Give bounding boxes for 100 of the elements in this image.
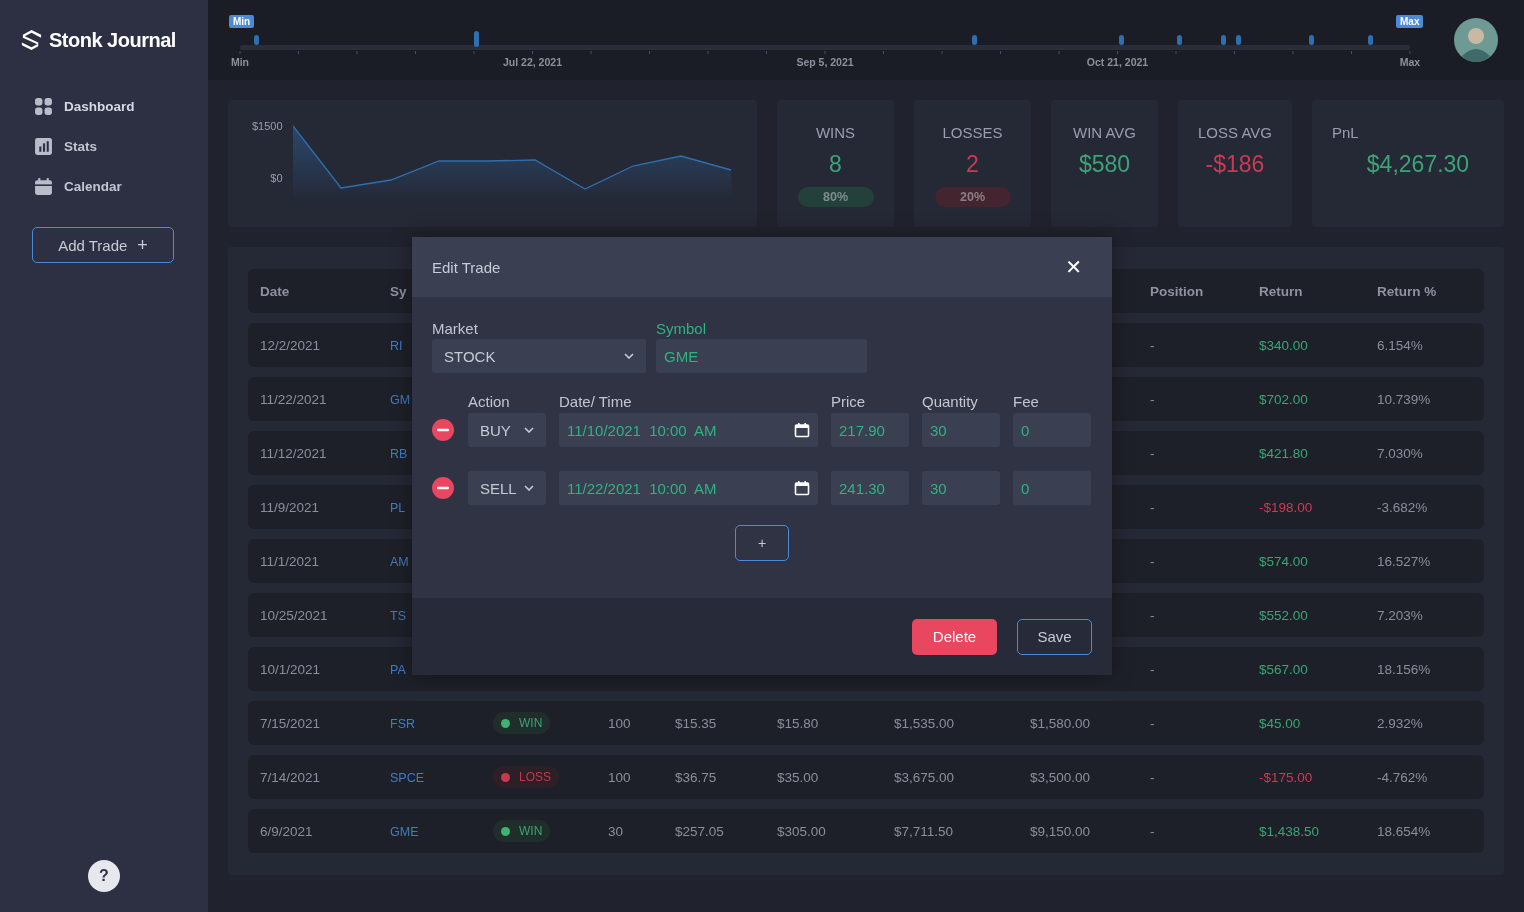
return-percent-cell: 10.739% — [1377, 391, 1431, 407]
stat-label: LOSSES — [942, 124, 1003, 141]
return-cell: $45.00 — [1259, 715, 1301, 731]
calendar-icon — [794, 422, 810, 438]
sidebar-item[interactable]: Dashboard — [34, 95, 135, 117]
datetime-field[interactable]: 11/22/2021 10:00 AM — [559, 471, 818, 505]
column-header: Quantity — [922, 392, 979, 410]
calendar-icon — [34, 176, 53, 196]
min-badge[interactable]: Min — [229, 15, 255, 28]
trade-marker[interactable] — [972, 35, 977, 45]
symbol-link[interactable]: PL — [390, 500, 406, 515]
table-cell: - — [1150, 823, 1155, 839]
brand-name: Stonk Journal — [49, 28, 176, 52]
quantity-field[interactable]: 30 — [922, 471, 1000, 505]
return-percent-cell: 6.154% — [1377, 337, 1423, 353]
symbol-link[interactable]: RB — [390, 446, 408, 461]
datetime-field[interactable]: 11/10/2021 10:00 AM — [559, 413, 818, 447]
price-field[interactable]: 217.90 — [831, 413, 909, 447]
symbol-link[interactable]: PA — [390, 662, 406, 677]
close-button[interactable]: ✕ — [1065, 255, 1082, 279]
trade-marker[interactable] — [1368, 35, 1373, 45]
trade-marker[interactable] — [1177, 35, 1182, 45]
table-cell: 30 — [608, 823, 624, 839]
field-label: Symbol — [656, 320, 708, 337]
dialog-title: Edit Trade — [432, 258, 501, 276]
calendar-icon — [794, 480, 810, 496]
return-percent-cell: 16.527% — [1377, 553, 1431, 569]
table-cell: 100 — [608, 769, 631, 785]
action-select[interactable]: BUY — [468, 413, 546, 447]
chevron-icon — [624, 353, 634, 359]
return-percent-cell: -3.682% — [1377, 499, 1428, 515]
delete-button[interactable]: Delete — [912, 618, 997, 655]
table-cell: - — [1150, 391, 1155, 407]
trade-marker[interactable] — [1221, 35, 1226, 45]
trade-marker[interactable] — [1309, 35, 1314, 45]
date-cell: 11/22/2021 — [260, 391, 327, 407]
trade-marker[interactable] — [254, 35, 259, 45]
grid-icon — [34, 96, 53, 116]
chevron-icon — [524, 485, 534, 491]
market-select[interactable]: STOCK — [432, 339, 646, 373]
return-cell: $1,438.50 — [1259, 823, 1320, 839]
sidebar-item[interactable]: Calendar — [34, 175, 135, 197]
symbol-link[interactable]: GM — [390, 392, 411, 407]
column-header: Action — [468, 392, 511, 410]
column-header: Price — [831, 392, 867, 410]
add-leg-button[interactable]: + — [735, 525, 789, 561]
symbol-link[interactable]: FSR — [390, 716, 415, 731]
date-cell: 12/2/2021 — [260, 337, 321, 353]
stat-value: $580 — [1078, 151, 1131, 178]
column-header[interactable]: Return % — [1377, 283, 1437, 299]
save-button[interactable]: Save — [1017, 618, 1092, 655]
trade-marker[interactable] — [1236, 35, 1241, 45]
date-cell: 11/1/2021 — [260, 553, 320, 569]
fee-field[interactable]: 0 — [1013, 471, 1091, 505]
max-badge[interactable]: Max — [1396, 15, 1424, 28]
trade-marker[interactable] — [1119, 35, 1124, 45]
fee-field[interactable]: 0 — [1013, 413, 1091, 447]
return-cell: $567.00 — [1259, 661, 1308, 677]
column-header[interactable]: Return — [1259, 283, 1303, 299]
avatar[interactable] — [1454, 18, 1498, 62]
status-badge: LOSS — [493, 766, 559, 788]
axis-label: Max — [1399, 56, 1421, 68]
symbol-field[interactable]: GME — [656, 339, 867, 373]
trade-marker[interactable] — [474, 31, 479, 47]
action-select[interactable]: SELL — [468, 471, 546, 505]
table-cell: $1,535.00 — [894, 715, 955, 731]
axis-label: $1500 — [252, 120, 283, 132]
date-cell: 6/9/2021 — [260, 823, 313, 839]
field-label: Market — [432, 320, 479, 337]
price-field[interactable]: 241.30 — [831, 471, 909, 505]
table-cell: - — [1150, 445, 1155, 461]
table-cell: $305.00 — [777, 823, 826, 839]
symbol-link[interactable]: SPCE — [390, 770, 425, 785]
bar-chart-icon — [34, 136, 53, 156]
column-header: Date/ Time — [559, 392, 633, 410]
status-badge: WIN — [493, 712, 551, 734]
quantity-field[interactable]: 30 — [922, 413, 1000, 447]
remove-icon[interactable] — [432, 477, 454, 499]
column-header[interactable]: Sy — [390, 283, 407, 299]
return-cell: $552.00 — [1259, 607, 1308, 623]
symbol-link[interactable]: GME — [390, 824, 419, 839]
percent-pill: 20% — [934, 187, 1011, 207]
return-percent-cell: -4.762% — [1377, 769, 1428, 785]
table-cell: - — [1150, 553, 1155, 569]
column-header: Fee — [1013, 392, 1040, 410]
add-trade-button[interactable]: Add Trade + — [32, 227, 174, 263]
axis-label: $0 — [269, 172, 283, 184]
remove-icon[interactable] — [432, 419, 454, 441]
column-header[interactable]: Position — [1150, 283, 1204, 299]
return-cell: -$175.00 — [1259, 769, 1313, 785]
chevron-icon — [524, 427, 534, 433]
stat-label: LOSS AVG — [1198, 124, 1272, 141]
symbol-link[interactable]: RI — [390, 338, 403, 353]
sidebar-item[interactable]: Stats — [34, 135, 135, 157]
table-cell: $3,675.00 — [894, 769, 955, 785]
help-button[interactable]: ? — [88, 860, 120, 892]
symbol-link[interactable]: TS — [390, 608, 406, 623]
return-cell: -$198.00 — [1259, 499, 1313, 515]
column-header[interactable]: Date — [260, 283, 290, 299]
symbol-link[interactable]: AM — [390, 554, 409, 569]
